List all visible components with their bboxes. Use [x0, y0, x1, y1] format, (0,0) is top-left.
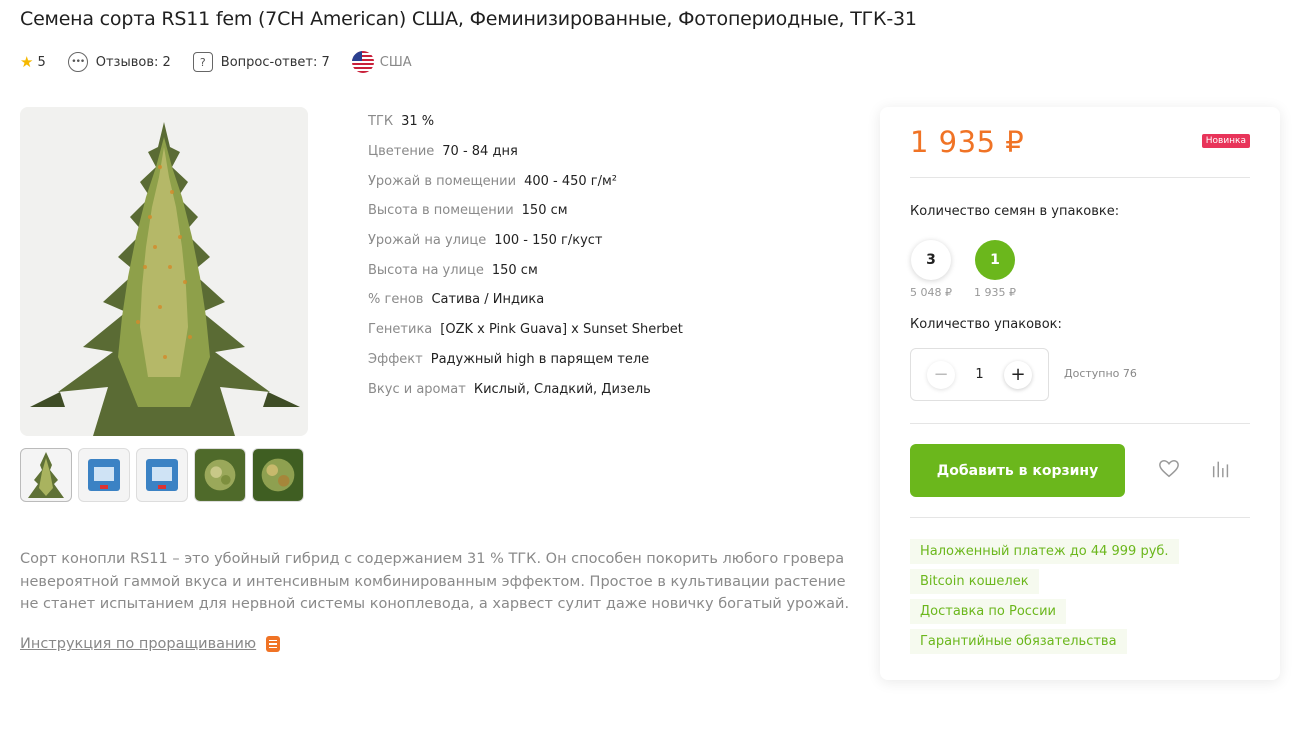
- feature-delivery: Доставка по России: [910, 599, 1066, 624]
- spec-row: ТГК 31 %: [368, 114, 435, 130]
- pack-count: 1: [975, 240, 1015, 280]
- thumbnail-bud-closeup[interactable]: [194, 448, 246, 502]
- quantity-value[interactable]: 1: [975, 367, 983, 382]
- rating-value: 5: [37, 54, 46, 70]
- quantity-stepper: − 1 +: [910, 348, 1049, 401]
- qa-label: Вопрос-ответ: 7: [220, 54, 330, 70]
- divider: [910, 517, 1250, 518]
- chat-icon: •••: [67, 52, 88, 72]
- pack-price: 1 935 ₽: [974, 286, 1016, 299]
- decrease-button[interactable]: −: [927, 361, 955, 389]
- spec-list: ТГК 31 % Цветение 70 - 84 дня Урожай в пом…: [368, 107, 683, 404]
- thumbnail-plant[interactable]: [20, 448, 72, 502]
- product-description: Сорт конопли RS11 – это убойный гибрид с…: [20, 551, 850, 612]
- country: США: [351, 51, 412, 73]
- feature-bitcoin: Bitcoin кошелек: [910, 569, 1039, 594]
- product-title: Семена сорта RS11 fem (7CH American) США…: [20, 8, 917, 30]
- qa-link[interactable]: ? Вопрос-ответ: 7: [192, 52, 330, 72]
- compare-icon[interactable]: [1210, 458, 1232, 480]
- cannabis-plant-image: [20, 107, 308, 436]
- price: 1 935 ₽: [910, 125, 1025, 159]
- country-name: США: [379, 54, 412, 70]
- spec-row: Цветение 70 - 84 дня: [368, 144, 518, 160]
- pack-options: 3 5 048 ₽ 1 1 935 ₽: [910, 240, 1016, 299]
- product-main-image[interactable]: [20, 107, 308, 436]
- instruction-link[interactable]: Инструкция по проращиванию: [20, 636, 256, 652]
- increase-button[interactable]: +: [1004, 361, 1032, 389]
- usa-flag-icon: [351, 51, 374, 73]
- divider: [910, 177, 1250, 178]
- thumbnail-bud-closeup-2[interactable]: [252, 448, 304, 502]
- feature-cod: Наложенный платеж до 44 999 руб.: [910, 539, 1179, 564]
- packs-quantity-label: Количество упаковок:: [910, 317, 1062, 332]
- spec-row: Вкус и аромат Кислый, Сладкий, Дизель: [368, 381, 651, 397]
- pack-option-1[interactable]: 1 1 935 ₽: [974, 240, 1016, 299]
- seeds-per-pack-label: Количество семян в упаковке:: [910, 204, 1120, 219]
- buy-card: 1 935 ₽ Новинка Количество семян в упако…: [880, 107, 1280, 680]
- pack-option-3[interactable]: 3 5 048 ₽: [910, 240, 952, 299]
- spec-row: Урожай в помещении 400 - 450 г/м²: [368, 173, 618, 189]
- reviews-label: Отзывов: 2: [95, 54, 171, 70]
- pack-price: 5 048 ₽: [910, 286, 952, 299]
- spec-row: Высота на улице 150 см: [368, 262, 538, 278]
- thumbnail-package-2[interactable]: [136, 448, 188, 502]
- spec-row: Урожай на улице 100 - 150 г/куст: [368, 233, 603, 249]
- reviews-link[interactable]: ••• Отзывов: 2: [67, 52, 171, 72]
- document-icon[interactable]: [266, 636, 281, 652]
- new-badge: Новинка: [1201, 134, 1250, 148]
- add-to-cart-button[interactable]: Добавить в корзину: [910, 444, 1125, 497]
- availability: Доступно 76: [1064, 367, 1137, 380]
- features-list: Наложенный платеж до 44 999 руб. Bitcoin…: [910, 539, 1179, 654]
- question-icon: ?: [192, 52, 213, 72]
- rating[interactable]: ★ 5: [20, 53, 46, 71]
- product-meta: ★ 5 ••• Отзывов: 2 ? Вопрос-ответ: 7 США: [20, 50, 434, 74]
- spec-row: Генетика [OZK x Pink Guava] x Sunset Sher…: [368, 322, 683, 338]
- heart-icon[interactable]: [1158, 458, 1180, 480]
- spec-row: Эффект Радужный high в парящем теле: [368, 351, 650, 367]
- divider: [910, 423, 1250, 424]
- spec-row: % генов Сатива / Индика: [368, 292, 545, 308]
- thumbnail-gallery: [20, 448, 304, 502]
- instruction-row: Инструкция по проращиванию: [20, 636, 281, 652]
- star-icon: ★: [20, 53, 34, 71]
- pack-count: 3: [911, 240, 951, 280]
- feature-guarantee: Гарантийные обязательства: [910, 629, 1127, 654]
- spec-row: Высота в помещении 150 см: [368, 203, 568, 219]
- thumbnail-package[interactable]: [78, 448, 130, 502]
